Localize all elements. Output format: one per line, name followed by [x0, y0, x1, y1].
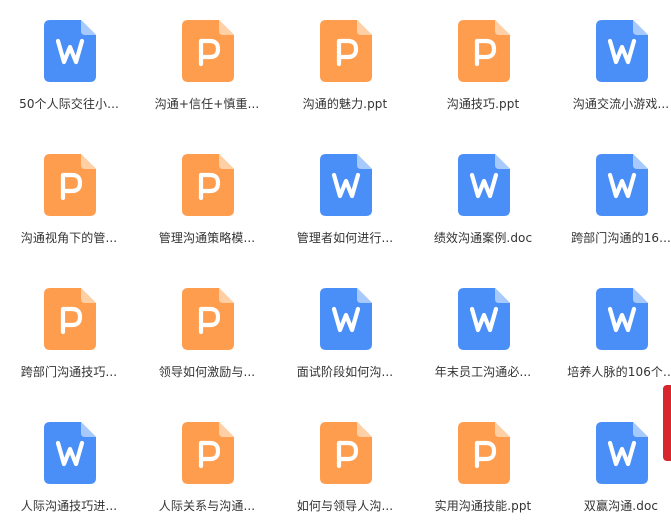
- file-item[interactable]: 沟通的魅力.ppt: [276, 0, 414, 134]
- word-doc-icon: [458, 154, 510, 216]
- file-item[interactable]: 跨部门沟通的16...: [552, 134, 671, 268]
- file-name-label: 管理者如何进行...: [296, 231, 394, 245]
- file-name-label: 人际关系与沟通...: [158, 499, 256, 513]
- file-grid-viewport: 50个人际交往小... 沟通+信任+慎重... 沟通的魅力.ppt 沟通技巧.ppt 沟…: [0, 0, 671, 522]
- file-item[interactable]: 双赢沟通.doc: [552, 402, 671, 522]
- file-name-label: 沟通+信任+慎重...: [154, 97, 260, 111]
- ppt-doc-icon: [458, 422, 510, 484]
- ppt-doc-icon: [320, 20, 372, 82]
- file-item[interactable]: 培养人脉的106个...: [552, 268, 671, 402]
- ppt-doc-icon: [182, 20, 234, 82]
- file-item[interactable]: 人际关系与沟通...: [138, 402, 276, 522]
- word-doc-icon: [44, 20, 96, 82]
- file-name-label: 50个人际交往小...: [19, 97, 119, 111]
- file-item[interactable]: 管理沟通策略模...: [138, 134, 276, 268]
- file-name-label: 面试阶段如何沟...: [296, 365, 394, 379]
- word-doc-icon: [458, 288, 510, 350]
- file-item[interactable]: 50个人际交往小...: [0, 0, 138, 134]
- file-name-label: 年末员工沟通必...: [434, 365, 532, 379]
- file-name-label: 人际沟通技巧进...: [20, 499, 118, 513]
- file-name-label: 管理沟通策略模...: [158, 231, 256, 245]
- file-item[interactable]: 沟通技巧.ppt: [414, 0, 552, 134]
- word-doc-icon: [596, 422, 648, 484]
- file-item[interactable]: 人际沟通技巧进...: [0, 402, 138, 522]
- file-name-label: 领导如何激励与...: [158, 365, 256, 379]
- file-item[interactable]: 如何与领导人沟...: [276, 402, 414, 522]
- file-item[interactable]: 沟通视角下的管...: [0, 134, 138, 268]
- ppt-doc-icon: [182, 288, 234, 350]
- file-item[interactable]: 面试阶段如何沟...: [276, 268, 414, 402]
- file-name-label: 沟通交流小游戏...: [572, 97, 670, 111]
- file-item[interactable]: 沟通+信任+慎重...: [138, 0, 276, 134]
- ppt-doc-icon: [320, 422, 372, 484]
- file-item[interactable]: 年末员工沟通必...: [414, 268, 552, 402]
- word-doc-icon: [44, 422, 96, 484]
- file-name-label: 跨部门沟通的16...: [571, 231, 671, 245]
- file-item[interactable]: 管理者如何进行...: [276, 134, 414, 268]
- file-name-label: 沟通的魅力.ppt: [302, 97, 388, 111]
- file-name-label: 实用沟通技能.ppt: [434, 499, 532, 513]
- ppt-doc-icon: [182, 154, 234, 216]
- side-floating-tab[interactable]: [663, 385, 671, 461]
- ppt-doc-icon: [458, 20, 510, 82]
- file-item[interactable]: 实用沟通技能.ppt: [414, 402, 552, 522]
- file-name-label: 双赢沟通.doc: [583, 499, 659, 513]
- word-doc-icon: [596, 288, 648, 350]
- word-doc-icon: [596, 20, 648, 82]
- file-item[interactable]: 跨部门沟通技巧...: [0, 268, 138, 402]
- word-doc-icon: [596, 154, 648, 216]
- file-name-label: 沟通视角下的管...: [20, 231, 118, 245]
- ppt-doc-icon: [44, 288, 96, 350]
- file-name-label: 绩效沟通案例.doc: [433, 231, 533, 245]
- file-name-label: 培养人脉的106个...: [567, 365, 671, 379]
- ppt-doc-icon: [182, 422, 234, 484]
- word-doc-icon: [320, 288, 372, 350]
- file-item[interactable]: 沟通交流小游戏...: [552, 0, 671, 134]
- file-item[interactable]: 绩效沟通案例.doc: [414, 134, 552, 268]
- file-item[interactable]: 领导如何激励与...: [138, 268, 276, 402]
- word-doc-icon: [320, 154, 372, 216]
- file-name-label: 如何与领导人沟...: [296, 499, 394, 513]
- file-name-label: 跨部门沟通技巧...: [20, 365, 118, 379]
- ppt-doc-icon: [44, 154, 96, 216]
- file-name-label: 沟通技巧.ppt: [446, 97, 520, 111]
